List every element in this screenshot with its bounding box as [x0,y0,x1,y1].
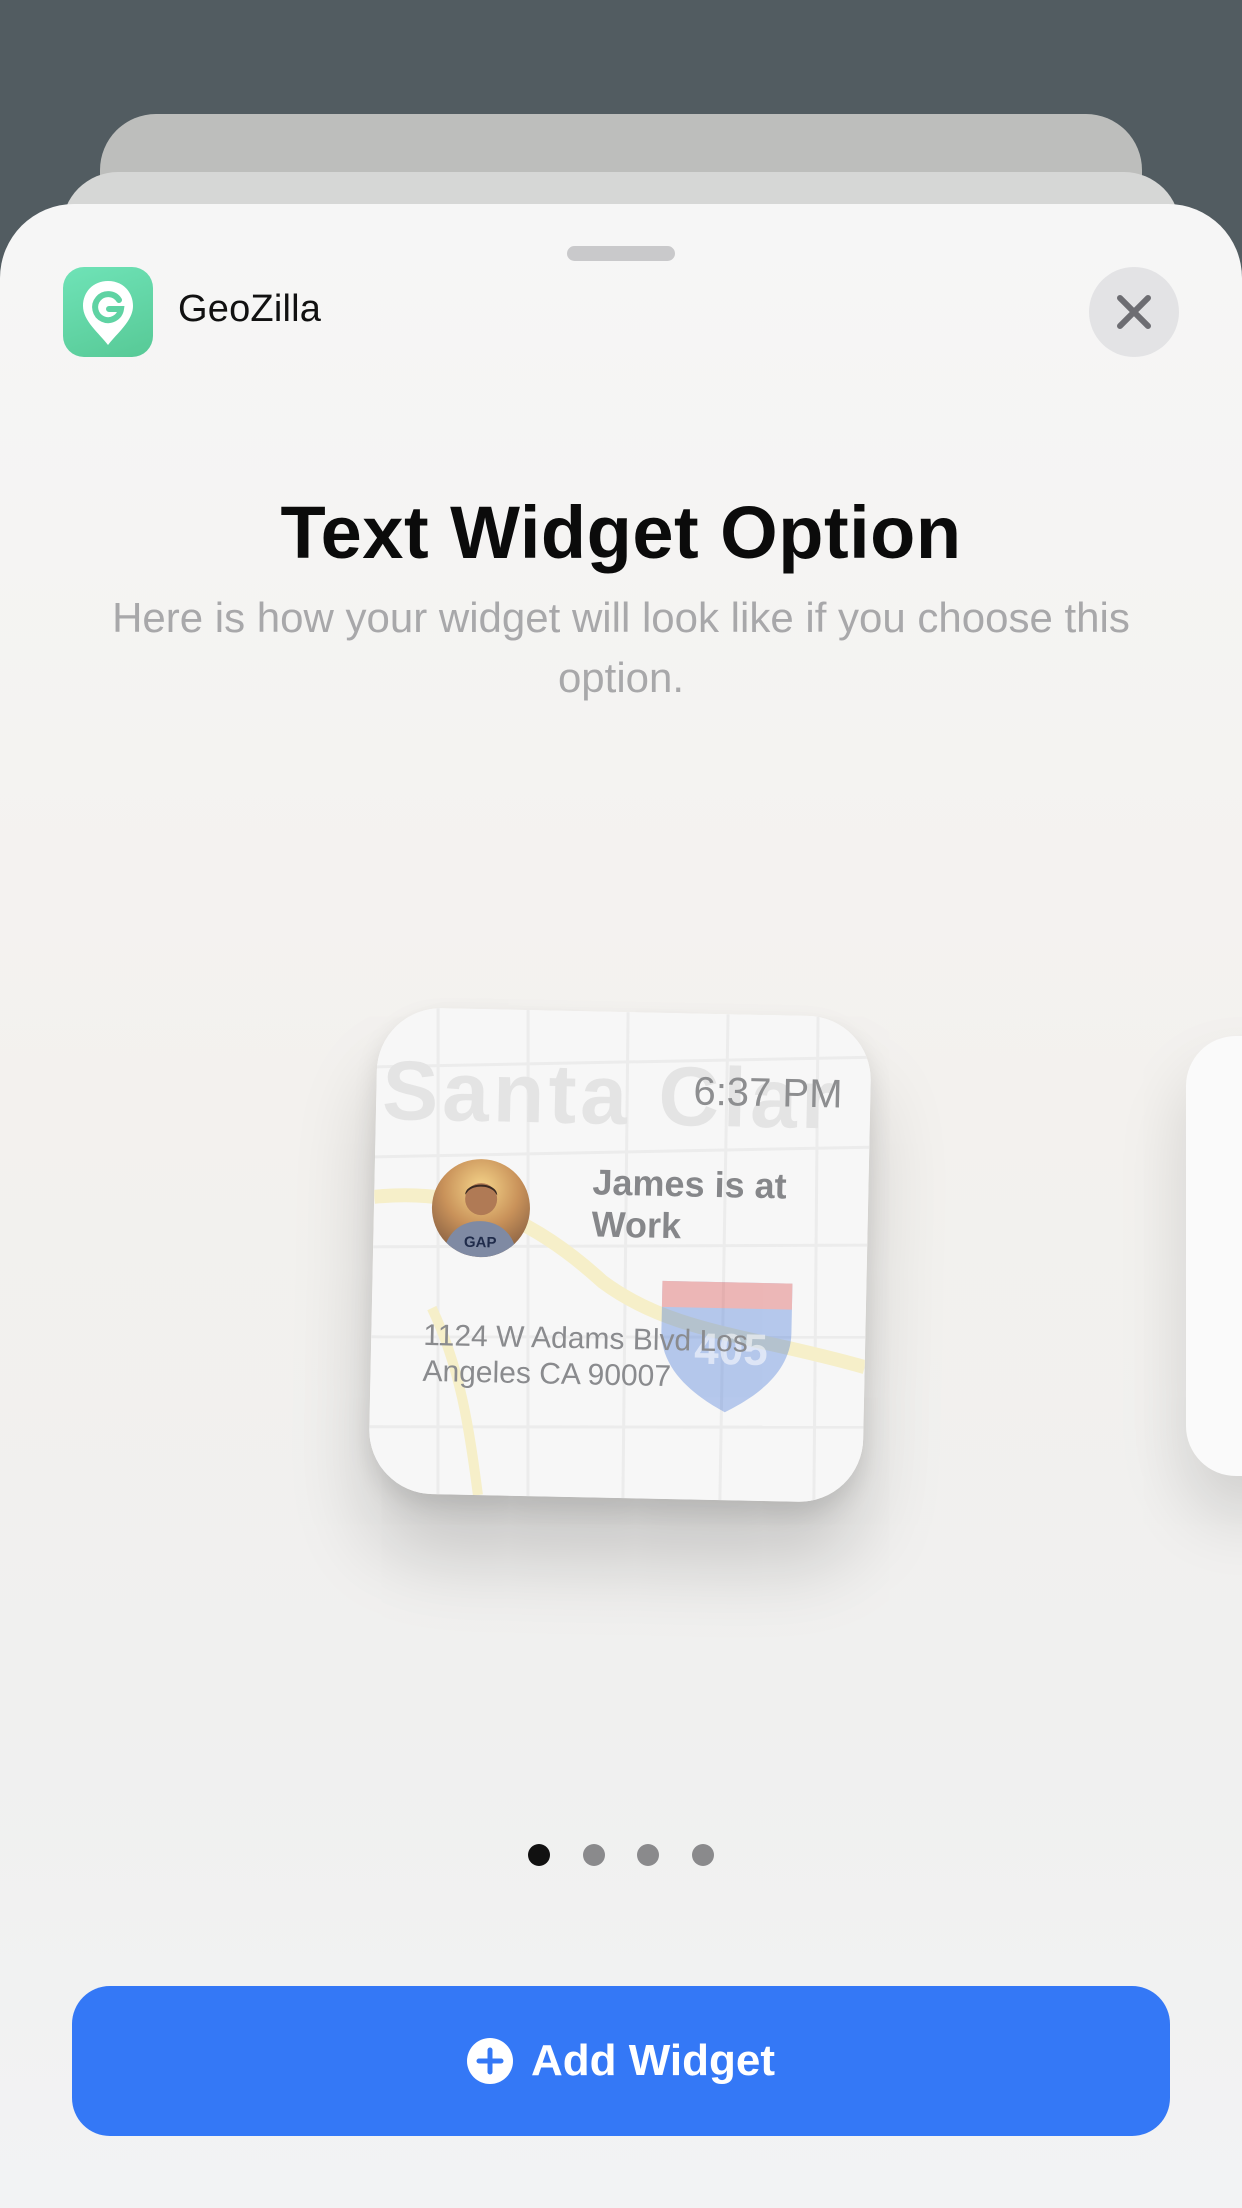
geozilla-pin-icon [63,267,153,357]
next-widget-preview[interactable] [1186,1036,1242,1476]
page-title: Text Widget Option [280,491,962,574]
page-subtitle: Here is how your widget will look like i… [112,594,1130,701]
widget-address: 1124 W Adams Blvd Los Angeles CA 90007 [422,1318,749,1394]
close-icon [1117,295,1151,329]
page-dot-2[interactable] [582,1844,605,1866]
avatar: GAP [430,1158,531,1259]
widget-gallery-sheet: GeoZilla Text Widget Option Here is how … [0,204,1242,2208]
page-dot-1[interactable] [528,1844,551,1866]
add-widget-button[interactable]: Add Widget [72,1986,1170,2136]
page-indicator[interactable] [0,1844,1242,1871]
close-button[interactable] [1089,267,1179,357]
plus-circle-icon [467,2038,513,2084]
svg-text:GAP: GAP [464,1234,497,1252]
add-widget-label: Add Widget [531,2036,775,2085]
page-dot-3[interactable] [637,1844,660,1866]
page-dot-4[interactable] [691,1844,714,1866]
widget-time: 6:37 PM [693,1069,843,1117]
widget-status: James is at Work [591,1161,788,1247]
widget-preview[interactable]: 405 Santa Clar 6:37 PM GAP James is at W… [367,1006,873,1504]
sheet-grabber[interactable] [567,246,675,261]
app-name: GeoZilla [178,288,322,330]
